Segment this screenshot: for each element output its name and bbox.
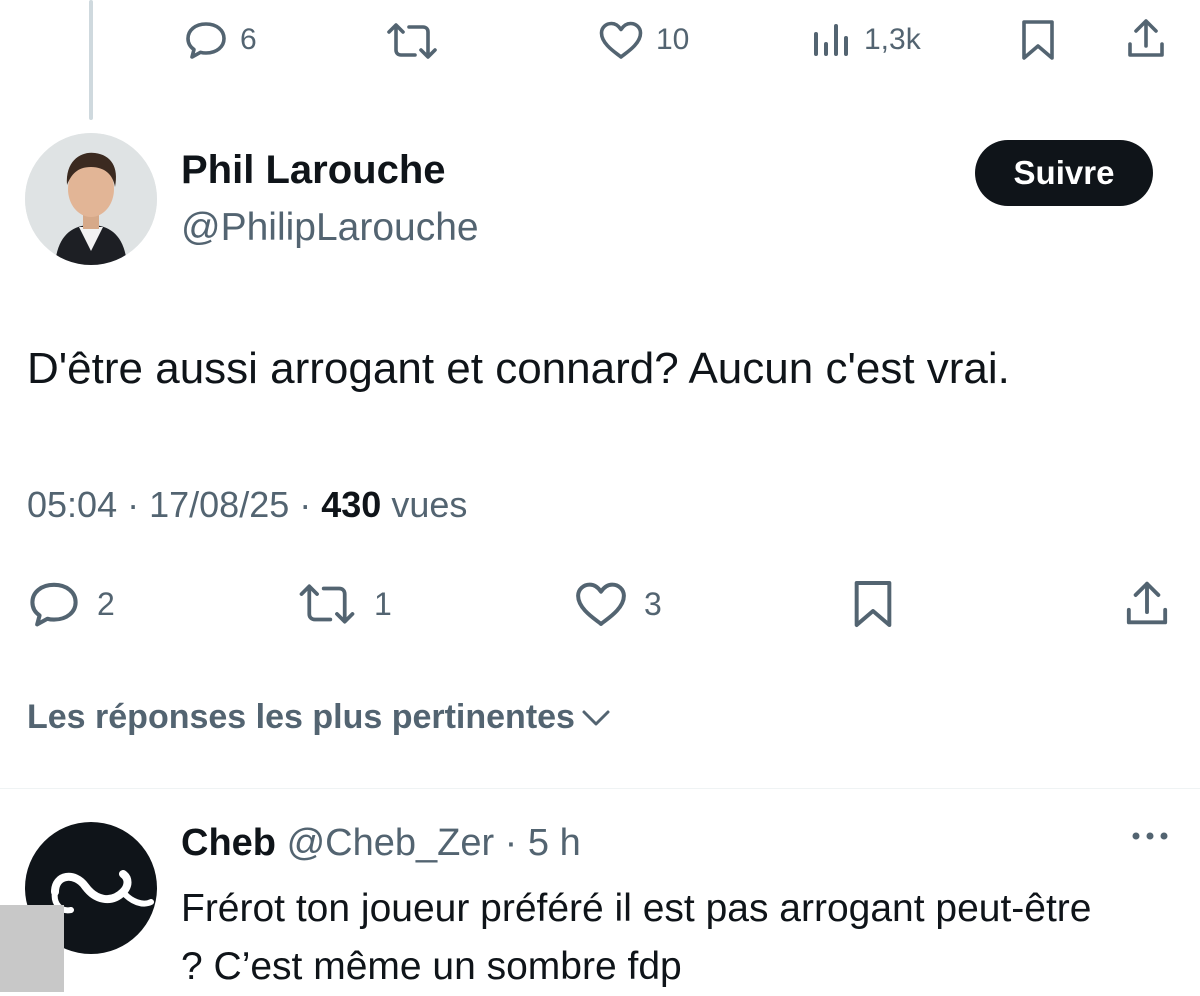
author-handle[interactable]: @PhilipLarouche bbox=[181, 206, 479, 250]
repost-icon bbox=[299, 584, 355, 624]
like-button[interactable]: 3 bbox=[574, 580, 662, 628]
tweet-views-count: 430 bbox=[321, 484, 382, 525]
author-avatar[interactable] bbox=[25, 133, 157, 265]
replies-sort-label: Les réponses les plus pertinentes bbox=[27, 698, 575, 736]
tweet-meta: 05:04 · 17/08/25 · 430 vues bbox=[27, 484, 467, 526]
reply-author-name[interactable]: Cheb bbox=[181, 822, 276, 864]
reply-time[interactable]: 5 h bbox=[528, 822, 581, 864]
heart-icon bbox=[576, 582, 626, 626]
bookmark-icon bbox=[1022, 20, 1054, 60]
follow-button[interactable]: Suivre bbox=[975, 140, 1153, 206]
share-icon bbox=[1126, 581, 1168, 625]
reply-more-button[interactable] bbox=[1128, 826, 1172, 851]
thread-line bbox=[89, 0, 93, 120]
reply-text: Frérot ton joueur préféré il est pas arr… bbox=[181, 887, 1092, 988]
bookmark-button[interactable] bbox=[852, 578, 894, 630]
repost-button[interactable]: 1 bbox=[296, 582, 392, 626]
meta-separator: · bbox=[127, 484, 150, 525]
divider bbox=[0, 788, 1200, 789]
heart-icon bbox=[599, 21, 643, 59]
tweet-date[interactable]: 17/08/25 bbox=[149, 484, 289, 525]
reply-icon bbox=[186, 22, 226, 59]
top-reply-count: 6 bbox=[240, 23, 257, 56]
top-share-button[interactable] bbox=[1126, 16, 1166, 60]
top-like-button[interactable]: 10 bbox=[598, 20, 689, 60]
top-views-count: 1,3k bbox=[864, 23, 921, 56]
reply-author-handle[interactable]: @Cheb_Zer bbox=[287, 822, 495, 864]
author-name[interactable]: Phil Larouche bbox=[181, 148, 446, 193]
like-count: 3 bbox=[644, 585, 662, 622]
replies-sort-selector[interactable]: Les réponses les plus pertinentes bbox=[27, 698, 611, 737]
meta-separator: · bbox=[299, 484, 322, 525]
top-reply-button[interactable]: 6 bbox=[184, 20, 257, 60]
corner-shade bbox=[0, 905, 64, 992]
analytics-icon bbox=[814, 24, 848, 56]
bookmark-icon bbox=[854, 581, 892, 627]
repost-count: 1 bbox=[374, 585, 392, 622]
reply-icon bbox=[30, 582, 78, 627]
top-bookmark-button[interactable] bbox=[1020, 18, 1056, 62]
reply-header: Cheb @Cheb_Zer · 5 h bbox=[181, 822, 581, 865]
share-icon bbox=[1128, 19, 1164, 57]
top-repost-button[interactable] bbox=[384, 22, 440, 60]
author-photo bbox=[25, 133, 157, 265]
more-icon bbox=[1132, 832, 1168, 840]
chevron-down-icon bbox=[582, 710, 610, 725]
share-button[interactable] bbox=[1124, 578, 1170, 628]
reply-button[interactable]: 2 bbox=[27, 580, 115, 628]
reply-count: 2 bbox=[97, 585, 115, 622]
reply-separator: · bbox=[494, 822, 528, 864]
tweet-text: D'être aussi arrogant et connard? Aucun … bbox=[27, 344, 1010, 393]
repost-icon bbox=[387, 23, 437, 59]
tweet-views-label: vues bbox=[391, 484, 468, 525]
top-views-button[interactable]: 1,3k bbox=[812, 22, 921, 58]
top-like-count: 10 bbox=[656, 23, 690, 56]
tweet-time[interactable]: 05:04 bbox=[27, 484, 117, 525]
